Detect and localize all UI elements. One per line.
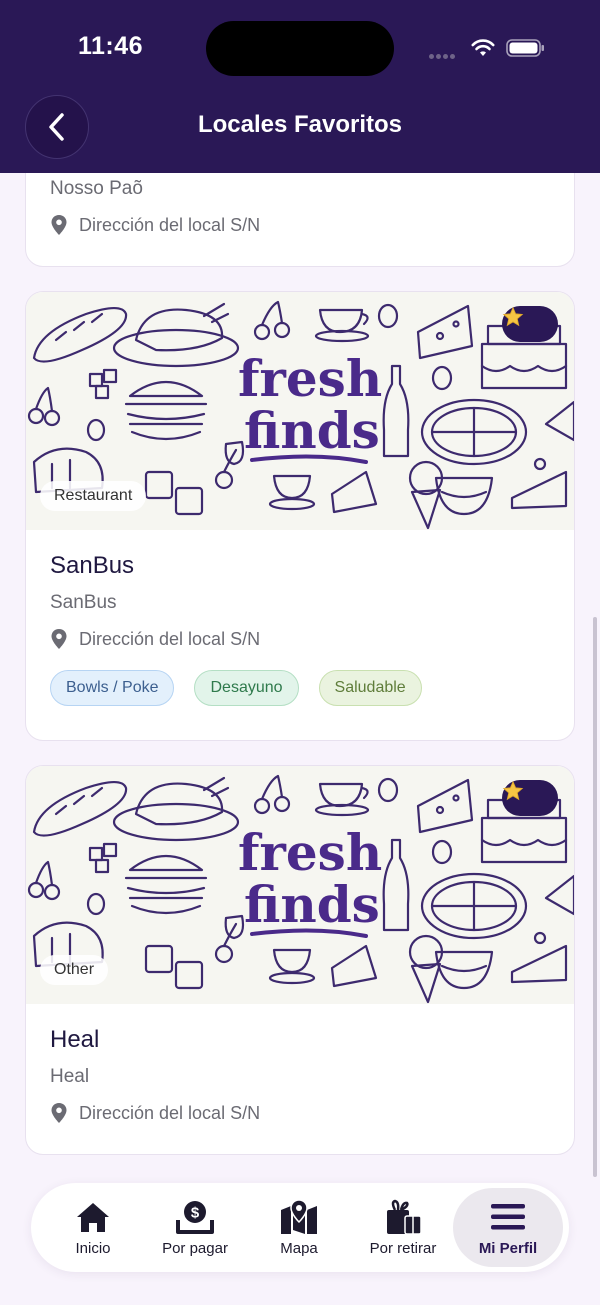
banner-brand-text: fresh — [238, 349, 382, 408]
tab-por-retirar[interactable]: Por retirar — [353, 1183, 453, 1272]
star-icon — [502, 780, 524, 801]
favorite-toggle[interactable] — [502, 306, 558, 342]
status-time: 11:46 — [78, 32, 144, 60]
store-name: SanBus — [50, 552, 135, 579]
home-icon — [77, 1203, 109, 1232]
category-badge: Restaurant — [40, 481, 147, 511]
store-card[interactable]: Nosso Paõ Dirección del local S/N — [25, 173, 575, 267]
banner-brand-text: finds — [244, 875, 380, 934]
store-banner-image: fresh finds Other — [26, 766, 574, 1004]
location-pin-icon — [51, 215, 67, 235]
store-subtitle: SanBus — [50, 592, 117, 613]
app-header: 11:46 Locales Favoritos — [0, 0, 600, 173]
scrollbar[interactable] — [593, 617, 597, 1177]
store-address: Dirección del local S/N — [79, 214, 261, 235]
bottom-tab-bar: Inicio $ Por pagar Mapa Por retirar Mi P… — [31, 1183, 569, 1272]
tag-chip: Desayuno — [194, 670, 299, 706]
tab-por-pagar[interactable]: $ Por pagar — [147, 1183, 243, 1272]
dollar-tray-icon: $ — [176, 1201, 214, 1234]
dynamic-island — [206, 21, 394, 76]
tab-label: Inicio — [75, 1240, 111, 1257]
store-address-row: Dirección del local S/N — [50, 1102, 260, 1124]
banner-brand-text: fresh — [238, 823, 382, 882]
store-address-row: Dirección del local S/N — [50, 214, 260, 236]
svg-text:$: $ — [191, 1205, 200, 1222]
banner-brand-text: finds — [244, 401, 380, 460]
store-name: Heal — [50, 1026, 100, 1053]
cellular-signal-icon — [429, 46, 465, 59]
page-title: Locales Favoritos — [197, 111, 403, 138]
tab-label: Mi Perfil — [478, 1240, 538, 1257]
store-card[interactable]: fresh finds Other Heal Heal Dirección de… — [25, 765, 575, 1155]
star-icon — [502, 306, 524, 327]
store-subtitle: Nosso Paõ — [50, 178, 143, 199]
wifi-icon — [471, 39, 495, 56]
store-address-row: Dirección del local S/N — [50, 628, 260, 650]
tab-inicio[interactable]: Inicio — [45, 1183, 141, 1272]
location-pin-icon — [51, 1103, 67, 1123]
gift-icon — [387, 1199, 422, 1235]
store-address: Dirección del local S/N — [79, 1102, 261, 1123]
menu-icon — [491, 1204, 525, 1230]
tag-chip: Saludable — [318, 670, 422, 706]
tag-list: Bowls / Poke Desayuno Saludable — [50, 670, 442, 706]
battery-icon — [506, 39, 544, 57]
tab-label: Mapa — [280, 1240, 318, 1257]
store-card[interactable]: fresh finds Restaurant SanBus SanBus Dir… — [25, 291, 575, 741]
tab-label: Por retirar — [369, 1240, 437, 1257]
tab-mapa[interactable]: Mapa — [251, 1183, 347, 1272]
tab-label: Por pagar — [162, 1240, 228, 1257]
store-banner-image: fresh finds Restaurant — [26, 292, 574, 530]
store-subtitle: Heal — [50, 1066, 90, 1087]
location-pin-icon — [51, 629, 67, 649]
store-address: Dirección del local S/N — [79, 628, 261, 649]
tab-mi-perfil[interactable]: Mi Perfil — [453, 1188, 563, 1267]
favorite-toggle[interactable] — [502, 780, 558, 816]
category-badge: Other — [40, 955, 109, 985]
tag-chip: Bowls / Poke — [50, 670, 175, 706]
map-pin-icon — [281, 1199, 317, 1234]
favorites-list[interactable]: Nosso Paõ Dirección del local S/N fresh … — [0, 173, 600, 1305]
